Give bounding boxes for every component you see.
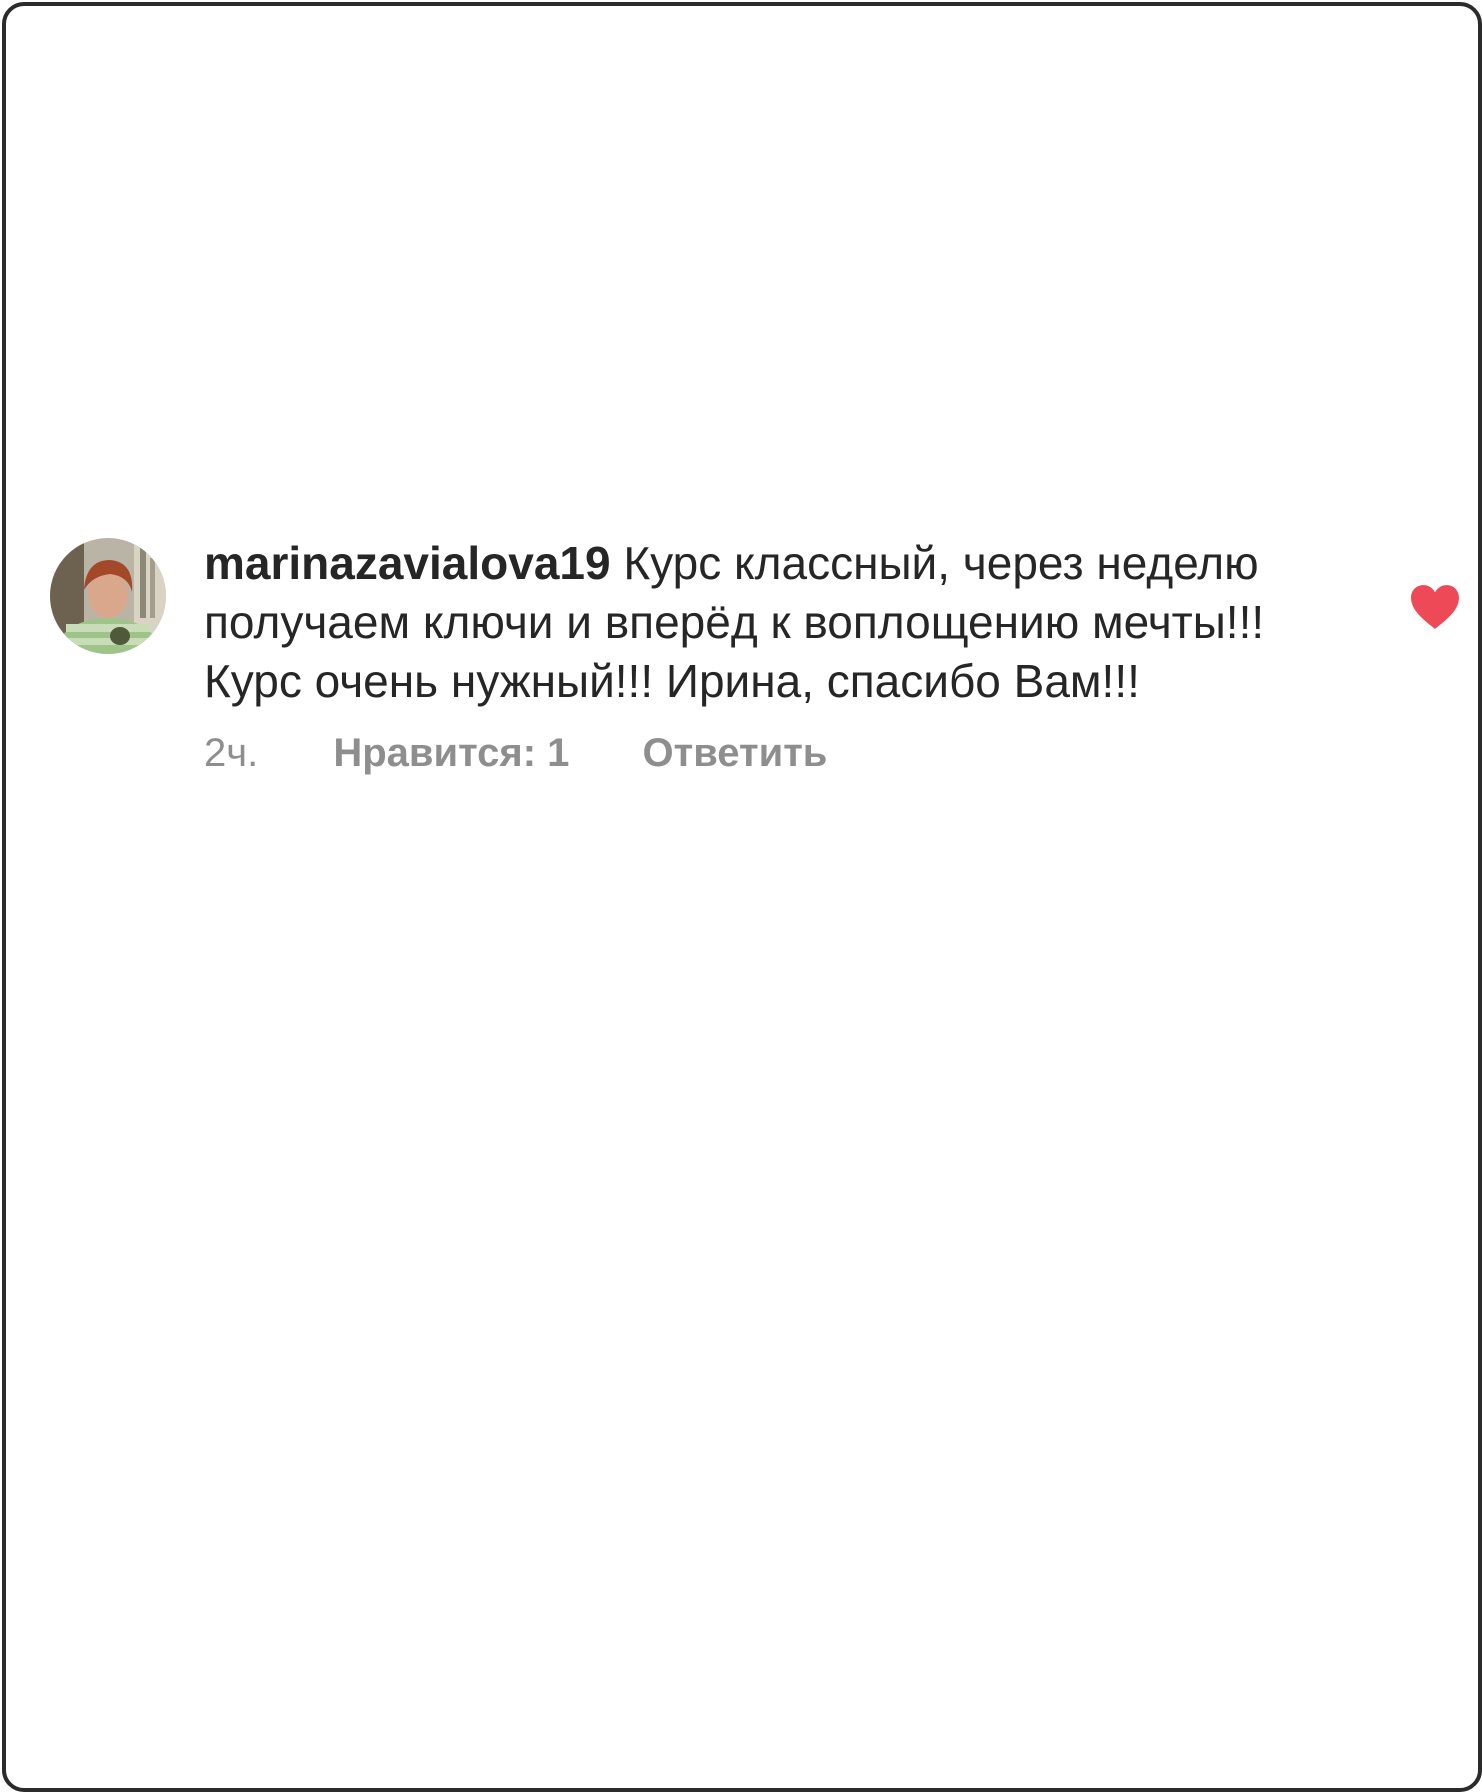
comment-body: marinazavialova19 Курс классный, через н… (204, 534, 1354, 776)
comment-timestamp: 2ч. (204, 731, 259, 775)
heart-icon[interactable] (1410, 584, 1460, 630)
screenshot-frame: marinazavialova19 Курс классный, через н… (2, 2, 1482, 1792)
avatar-image (50, 538, 166, 654)
avatar[interactable] (50, 538, 166, 654)
reply-button[interactable]: Ответить (643, 731, 828, 776)
comment-username[interactable]: marinazavialova19 (204, 537, 611, 589)
comment-meta: 2ч. Нравится: 1 Ответить (204, 731, 1354, 776)
comment-likes-count[interactable]: Нравится: 1 (333, 731, 569, 776)
comment-text-block: marinazavialova19 Курс классный, через н… (204, 534, 1354, 711)
